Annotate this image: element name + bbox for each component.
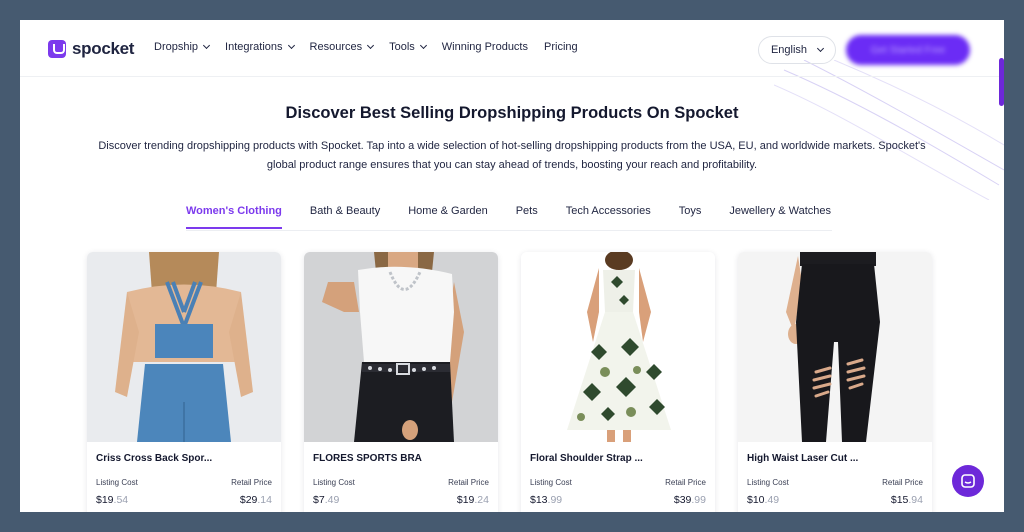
tab-tech-accessories[interactable]: Tech Accessories bbox=[566, 205, 651, 229]
scrollbar-thumb[interactable] bbox=[999, 58, 1004, 106]
nav-item-tools[interactable]: Tools bbox=[389, 41, 427, 53]
listing-cost-label: Listing Cost bbox=[530, 478, 572, 487]
product-image[interactable] bbox=[304, 252, 498, 442]
category-tabs: Women's Clothing Bath & Beauty Home & Ga… bbox=[186, 205, 831, 229]
nav-item-integrations[interactable]: Integrations bbox=[225, 41, 295, 53]
retail-price-value: $15.94 bbox=[890, 494, 923, 506]
listing-cost-label: Listing Cost bbox=[96, 478, 138, 487]
language-selector[interactable]: English bbox=[758, 36, 836, 64]
main-menu: Dropship Integrations Resources Tools Wi… bbox=[154, 41, 578, 53]
listing-cost-label: Listing Cost bbox=[747, 478, 789, 487]
chevron-down-icon bbox=[419, 41, 427, 50]
tab-jewellery-watches[interactable]: Jewellery & Watches bbox=[729, 205, 831, 229]
chat-widget-button[interactable] bbox=[952, 465, 984, 497]
chevron-down-icon bbox=[202, 41, 211, 50]
chevron-down-icon bbox=[816, 44, 825, 53]
product-card[interactable]: Criss Cross Back Spor... Listing Cost Re… bbox=[87, 252, 281, 512]
retail-price-value: $19.24 bbox=[456, 494, 489, 506]
retail-price-label: Retail Price bbox=[448, 478, 489, 487]
product-image[interactable] bbox=[521, 252, 715, 442]
product-card[interactable]: Floral Shoulder Strap ... Listing Cost R… bbox=[521, 252, 715, 512]
tabs-divider bbox=[186, 230, 832, 231]
listing-cost-label: Listing Cost bbox=[313, 478, 355, 487]
nav-item-resources[interactable]: Resources bbox=[310, 41, 375, 53]
tab-toys[interactable]: Toys bbox=[679, 205, 702, 229]
page-title: Discover Best Selling Dropshipping Produ… bbox=[285, 104, 739, 122]
tab-womens-clothing[interactable]: Women's Clothing bbox=[186, 205, 282, 229]
product-image[interactable] bbox=[738, 252, 932, 442]
get-started-button[interactable]: Get Started Free bbox=[846, 35, 970, 65]
listing-cost-value: $7.49 bbox=[313, 494, 340, 506]
language-label: English bbox=[770, 44, 808, 56]
listing-cost-value: $19.54 bbox=[96, 494, 129, 506]
product-card[interactable]: FLORES SPORTS BRA Listing Cost Retail Pr… bbox=[304, 252, 498, 512]
brand-logo[interactable]: spocket bbox=[48, 39, 134, 59]
product-grid: Criss Cross Back Spor... Listing Cost Re… bbox=[87, 252, 932, 512]
retail-price-value: $29.14 bbox=[239, 494, 272, 506]
retail-price-label: Retail Price bbox=[231, 478, 272, 487]
chevron-down-icon bbox=[367, 41, 375, 50]
decorative-swirl-lines bbox=[774, 60, 1004, 200]
brand-name: spocket bbox=[72, 39, 135, 58]
tab-pets[interactable]: Pets bbox=[516, 205, 538, 229]
tab-bath-beauty[interactable]: Bath & Beauty bbox=[310, 205, 380, 229]
listing-cost-value: $10.49 bbox=[747, 494, 780, 506]
top-navigation: spocket Dropship Integrations Resources … bbox=[20, 20, 1004, 77]
spocket-logo-icon bbox=[48, 40, 66, 58]
browser-viewport: spocket Dropship Integrations Resources … bbox=[20, 20, 1004, 512]
tab-home-garden[interactable]: Home & Garden bbox=[408, 205, 487, 229]
chevron-down-icon bbox=[287, 41, 295, 50]
retail-price-label: Retail Price bbox=[882, 478, 923, 487]
nav-item-winning-products[interactable]: Winning Products bbox=[442, 41, 528, 53]
product-name[interactable]: FLORES SPORTS BRA bbox=[313, 453, 422, 464]
product-name[interactable]: High Waist Laser Cut ... bbox=[747, 453, 858, 464]
product-name[interactable]: Criss Cross Back Spor... bbox=[96, 453, 212, 464]
page-description: Discover trending dropshipping products … bbox=[98, 140, 926, 171]
product-card[interactable]: High Waist Laser Cut ... Listing Cost Re… bbox=[738, 252, 932, 512]
retail-price-label: Retail Price bbox=[665, 478, 706, 487]
nav-item-pricing[interactable]: Pricing bbox=[544, 41, 578, 53]
product-image[interactable] bbox=[87, 252, 281, 442]
chat-bubble-icon bbox=[961, 474, 975, 488]
retail-price-value: $39.99 bbox=[673, 494, 706, 506]
listing-cost-value: $13.99 bbox=[530, 494, 563, 506]
product-name[interactable]: Floral Shoulder Strap ... bbox=[530, 453, 643, 464]
nav-item-dropship[interactable]: Dropship bbox=[154, 41, 211, 53]
